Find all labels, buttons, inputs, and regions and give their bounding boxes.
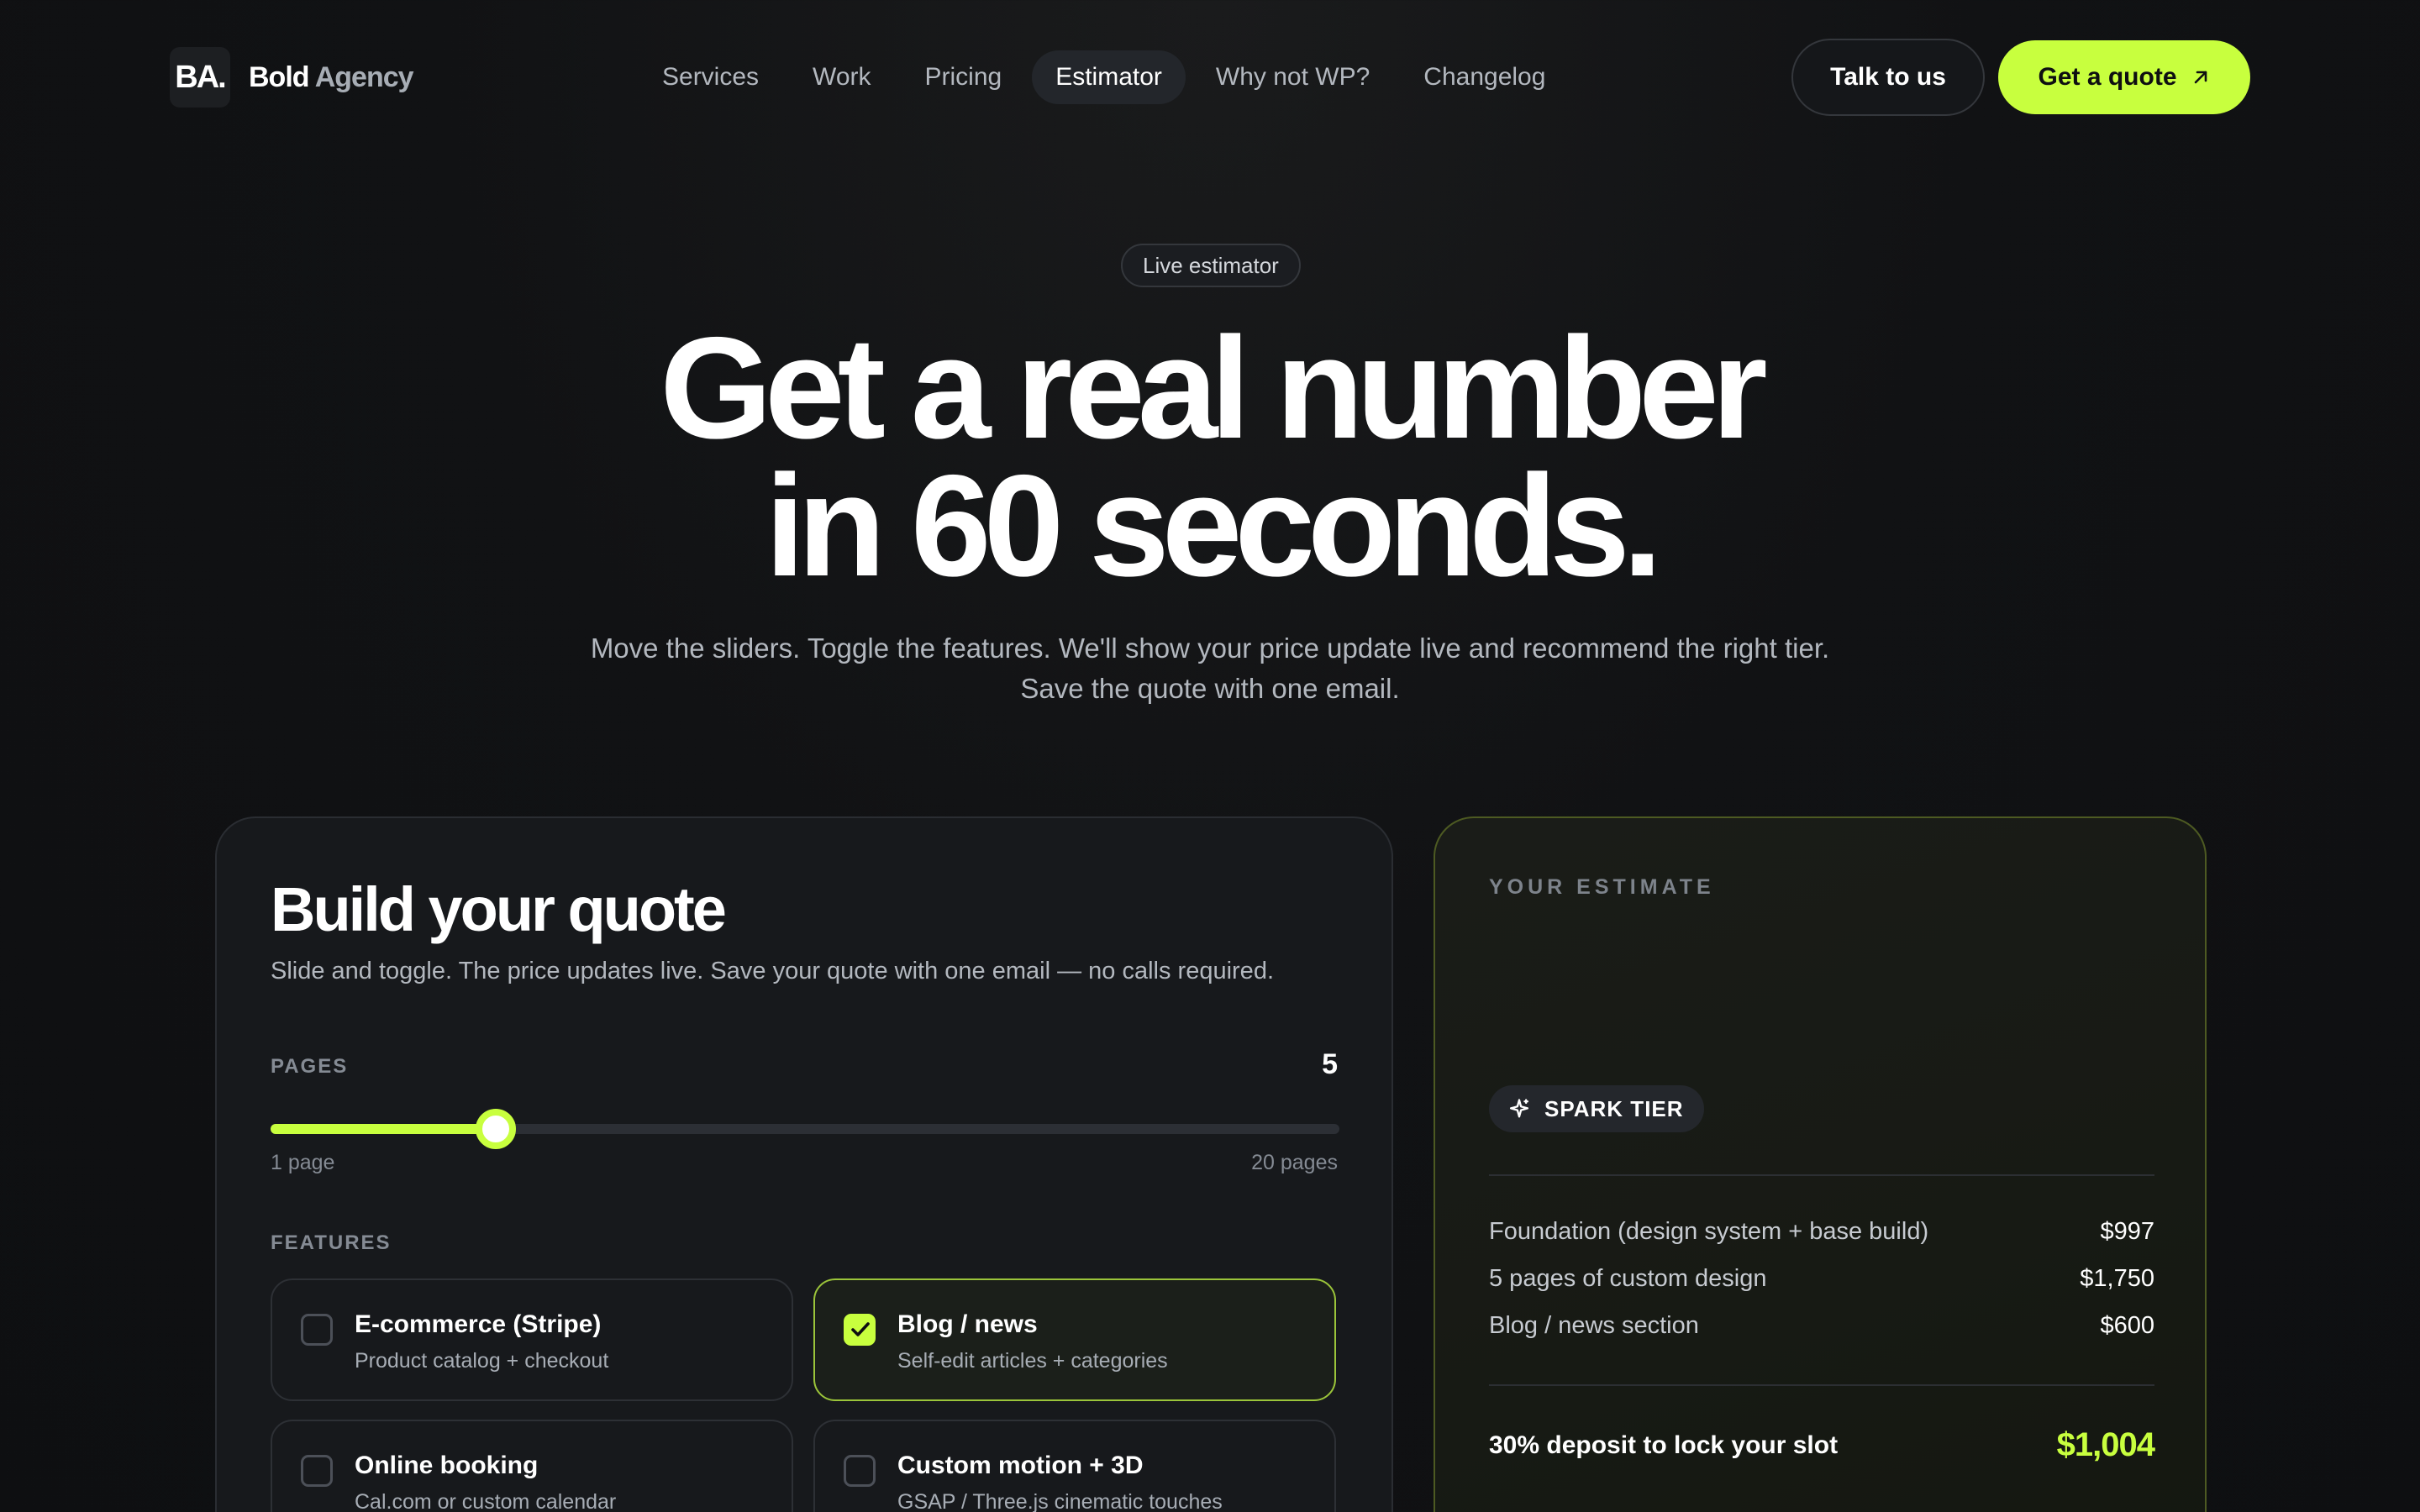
feature-description: Product catalog + checkout	[355, 1349, 609, 1373]
line-item-label: Foundation (design system + base build)	[1489, 1217, 1929, 1245]
feature-online-booking[interactable]: Online booking Cal.com or custom calenda…	[271, 1420, 793, 1512]
feature-blog-news[interactable]: Blog / news Self-edit articles + categor…	[813, 1278, 1336, 1401]
nav-link-services[interactable]: Services	[639, 50, 782, 104]
divider	[1489, 1174, 2154, 1176]
pages-min-label: 1 page	[271, 1151, 335, 1174]
talk-to-us-button[interactable]: Talk to us	[1791, 39, 1985, 116]
line-item-amount: $600	[2100, 1311, 2154, 1339]
deposit-value: $1,004	[2056, 1426, 2155, 1463]
get-a-quote-button[interactable]: Get a quote	[1998, 40, 2250, 114]
logo[interactable]: BA. Bold Agency	[170, 47, 414, 108]
checkbox[interactable]	[301, 1455, 333, 1487]
feature-custom-motion-3d[interactable]: Custom motion + 3D GSAP / Three.js cinem…	[813, 1420, 1336, 1512]
pages-max-label: 20 pages	[1251, 1151, 1338, 1174]
deposit-label: 30% deposit to lock your slot	[1489, 1431, 1839, 1459]
line-item-label: 5 pages of custom design	[1489, 1264, 1767, 1292]
checkbox[interactable]	[301, 1314, 333, 1346]
nav-links: Services Work Pricing Estimator Why not …	[639, 50, 1576, 104]
line-item-amount: $1,750	[2080, 1264, 2154, 1292]
nav-link-pricing[interactable]: Pricing	[902, 50, 1026, 104]
hero-title-line-1: Get a real number	[660, 307, 1768, 469]
line-item-blog: Blog / news section $600	[1489, 1302, 2154, 1349]
feature-title: Custom motion + 3D	[897, 1452, 1144, 1479]
nav-link-estimator[interactable]: Estimator	[1032, 50, 1186, 104]
live-estimator-badge: Live estimator	[1121, 244, 1301, 287]
hero-title: Get a real number in 60 seconds.	[0, 307, 2420, 606]
line-item-foundation: Foundation (design system + base build) …	[1489, 1208, 2154, 1255]
builder-subtitle: Slide and toggle. The price updates live…	[271, 958, 1274, 984]
pages-slider-fill	[271, 1124, 496, 1134]
pages-label: PAGES	[271, 1055, 349, 1078]
divider	[1489, 1384, 2154, 1386]
feature-description: GSAP / Three.js cinematic touches	[897, 1490, 1223, 1512]
check-icon	[851, 1322, 870, 1336]
feature-ecommerce[interactable]: E-commerce (Stripe) Product catalog + ch…	[271, 1278, 793, 1401]
line-item-amount: $997	[2100, 1217, 2154, 1245]
checkbox[interactable]	[844, 1455, 876, 1487]
brand-name: Bold Agency	[249, 60, 414, 94]
tier-label: SPARK TIER	[1544, 1095, 1684, 1121]
feature-description: Cal.com or custom calendar	[355, 1490, 617, 1512]
feature-title: Online booking	[355, 1452, 539, 1479]
estimate-heading: YOUR ESTIMATE	[1489, 875, 1715, 899]
nav-link-changelog[interactable]: Changelog	[1400, 50, 1569, 104]
top-nav: BA. Bold Agency Services Work Pricing Es…	[0, 0, 2420, 155]
hero-subtitle-line-1: Move the sliders. Toggle the features. W…	[590, 633, 1830, 664]
builder-title: Build your quote	[271, 874, 727, 944]
get-a-quote-label: Get a quote	[2038, 63, 2177, 91]
nav-link-why-not-wp[interactable]: Why not WP?	[1192, 50, 1393, 104]
checkbox[interactable]	[844, 1314, 876, 1346]
pages-slider-track[interactable]	[271, 1109, 1339, 1149]
pages-value: 5	[1322, 1048, 1338, 1080]
hero-subtitle: Move the sliders. Toggle the features. W…	[0, 628, 2420, 709]
nav-link-work[interactable]: Work	[789, 50, 894, 104]
deposit-row: 30% deposit to lock your slot $1,004	[1489, 1426, 2155, 1464]
sparkle-icon	[1509, 1099, 1529, 1118]
tier-badge: SPARK TIER	[1489, 1085, 1704, 1132]
arrow-up-right-icon	[2194, 71, 2207, 84]
estimate-card: YOUR ESTIMATE SPARK TIER Foundation (des…	[1434, 816, 2207, 1512]
hero-title-line-2: in 60 seconds.	[765, 445, 1662, 606]
brand-name-bold: Bold	[249, 60, 310, 93]
logo-mark: BA.	[170, 47, 230, 108]
features-label: FEATURES	[271, 1231, 392, 1254]
line-item-pages: 5 pages of custom design $1,750	[1489, 1255, 2154, 1302]
quote-builder-card: Build your quote Slide and toggle. The p…	[215, 816, 1393, 1512]
pages-slider-thumb[interactable]	[475, 1109, 516, 1149]
feature-title: E-commerce (Stripe)	[355, 1310, 602, 1338]
feature-description: Self-edit articles + categories	[897, 1349, 1168, 1373]
line-item-label: Blog / news section	[1489, 1311, 1699, 1339]
talk-to-us-label: Talk to us	[1830, 63, 1946, 91]
feature-title: Blog / news	[897, 1310, 1038, 1338]
brand-name-agency: Agency	[314, 60, 414, 93]
hero-subtitle-line-2: Save the quote with one email.	[1020, 673, 1400, 704]
